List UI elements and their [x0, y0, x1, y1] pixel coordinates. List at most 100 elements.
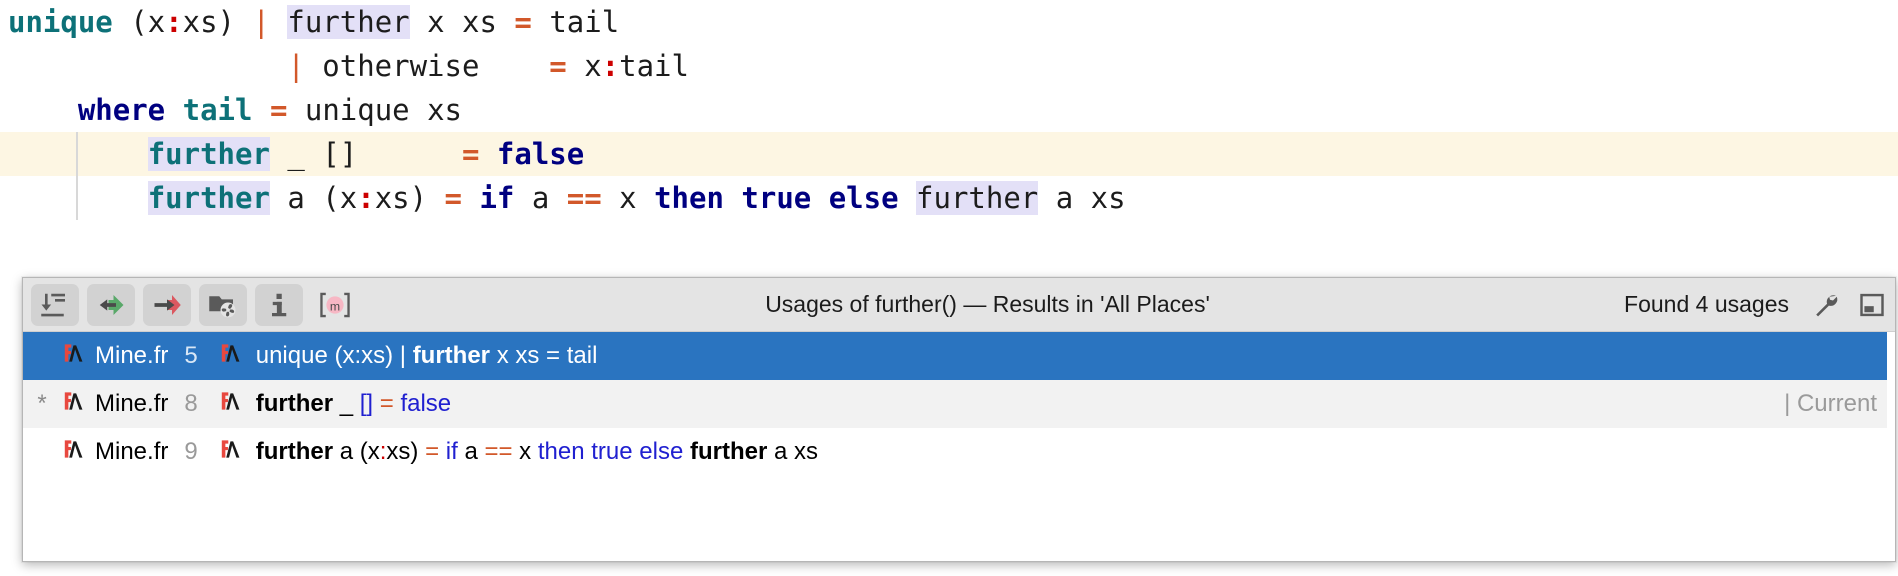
code-token: a xs	[1038, 181, 1126, 215]
code-token: if	[479, 181, 515, 215]
snippet-token	[373, 390, 380, 417]
line-number: 8	[184, 390, 198, 417]
snippet-token: unique (x:xs) |	[255, 342, 413, 369]
find-usages-tool-window[interactable]: m Usages of further() — Results in 'All …	[22, 277, 1896, 562]
line-otherwise[interactable]: | otherwise = x:tail	[0, 44, 1898, 88]
code-token: =	[549, 49, 567, 83]
row-status-label: | Current	[1784, 390, 1877, 417]
table-row[interactable]: Mine.fr 5 unique (x:xs) | further x xs = t…	[23, 332, 1895, 380]
next-occurrence-icon[interactable]	[143, 283, 191, 326]
file-function-icon	[57, 388, 91, 421]
file-name: Mine.fr	[95, 342, 169, 369]
code-token: unique xs	[287, 93, 463, 127]
snippet-text: further a (x:xs) = if a == x then true e…	[256, 438, 818, 466]
code-token: =	[444, 181, 462, 215]
group-by-file-structure-icon[interactable]	[199, 283, 247, 326]
snippet-token: _	[333, 390, 360, 417]
merge-usages-icon[interactable]: m	[311, 284, 359, 326]
code-token: where	[77, 93, 166, 127]
snippet-token: []	[359, 390, 374, 417]
snippet-token: xs)	[386, 438, 426, 465]
line-unique[interactable]: unique (x:xs) | further x xs = tail	[0, 0, 1898, 44]
snippet-token: further	[412, 342, 491, 369]
code-token: a (x	[269, 181, 358, 215]
usages-results-list[interactable]: Mine.fr 5 unique (x:xs) | further x xs = t…	[23, 332, 1895, 476]
indent-guide	[76, 176, 78, 220]
snippet-token: else	[639, 438, 684, 465]
svg-text:m: m	[330, 299, 340, 313]
snippet-text: further _ [] = false	[256, 390, 451, 418]
code-lines: unique (x:xs) | further x xs = tail | ot…	[0, 0, 1898, 220]
code-token: xs)	[374, 181, 445, 215]
snippet-text: unique (x:xs) | further x xs = tail	[256, 342, 598, 370]
snippet-function-icon	[214, 388, 248, 421]
indent-guide	[76, 132, 78, 176]
snippet-token: further	[255, 390, 334, 417]
snippet-token	[683, 438, 690, 465]
snippet-token: then	[537, 438, 585, 465]
code-token: :	[601, 49, 620, 83]
code-token: _ []	[269, 137, 375, 171]
code-token: tail	[531, 5, 620, 39]
code-token: tail	[619, 49, 689, 83]
results-scrollbar-track[interactable]	[1887, 332, 1895, 561]
find-usages-title: Usages of further() — Results in 'All Pl…	[765, 291, 1210, 317]
code-token: further	[147, 181, 270, 215]
snippet-token: x	[512, 438, 538, 465]
snippet-token: false	[400, 390, 452, 417]
code-token: ==	[566, 181, 602, 215]
code-token: =	[269, 93, 288, 127]
function-lambda-icon	[61, 340, 87, 373]
settings-wrench-icon[interactable]	[1803, 283, 1849, 327]
code-token: otherwise	[304, 49, 550, 83]
code-token: =	[461, 137, 480, 171]
info-icon[interactable]	[255, 283, 303, 326]
line-where[interactable]: where tail = unique xs	[0, 88, 1898, 132]
snippet-token: further	[255, 438, 334, 465]
code-token: x	[566, 49, 602, 83]
snippet-token: true	[591, 438, 633, 465]
table-row[interactable]: Mine.fr 9 further a (x:xs) = if a == x the…	[23, 428, 1895, 476]
code-token: further	[916, 181, 1039, 215]
snippet-token: a (x	[333, 438, 380, 465]
previous-occurrence-icon[interactable]	[87, 283, 135, 326]
code-token: =	[514, 5, 532, 39]
code-token: further	[147, 137, 270, 171]
code-token: else	[828, 181, 899, 215]
snippet-token: ==	[484, 438, 513, 465]
snippet-token: =	[379, 390, 394, 417]
hide-panel-icon[interactable]	[1849, 283, 1895, 327]
snippet-function-icon	[214, 340, 248, 373]
code-token: |	[287, 49, 305, 83]
row-marker: *	[37, 390, 47, 417]
table-row[interactable]: * Mine.fr 8 further _ [] = false | Current	[23, 380, 1895, 428]
line-further-nil[interactable]: further _ [] = false	[0, 132, 1898, 176]
function-lambda-icon	[61, 388, 87, 421]
code-token: unique	[8, 5, 113, 39]
function-lambda-icon	[61, 436, 87, 469]
code-token: (x	[130, 5, 166, 39]
file-name: Mine.fr	[95, 390, 169, 417]
code-token: a	[514, 181, 567, 215]
find-usages-toolbar: m Usages of further() — Results in 'All …	[23, 278, 1895, 332]
function-lambda-icon	[218, 388, 244, 421]
code-token: false	[496, 137, 585, 171]
snippet-token: =	[425, 438, 440, 465]
code-token: further	[287, 5, 410, 39]
code-token: |	[252, 5, 270, 39]
usage-snippet: further a (x:xs) = if a == x then true e…	[214, 436, 818, 469]
snippet-function-icon	[214, 436, 248, 469]
line-further-cons[interactable]: further a (x:xs) = if a == x then true e…	[0, 176, 1898, 220]
line-number: 9	[184, 438, 198, 465]
code-token: x	[601, 181, 655, 215]
expand-all-icon[interactable]	[31, 283, 79, 326]
snippet-token: a xs	[767, 438, 818, 465]
